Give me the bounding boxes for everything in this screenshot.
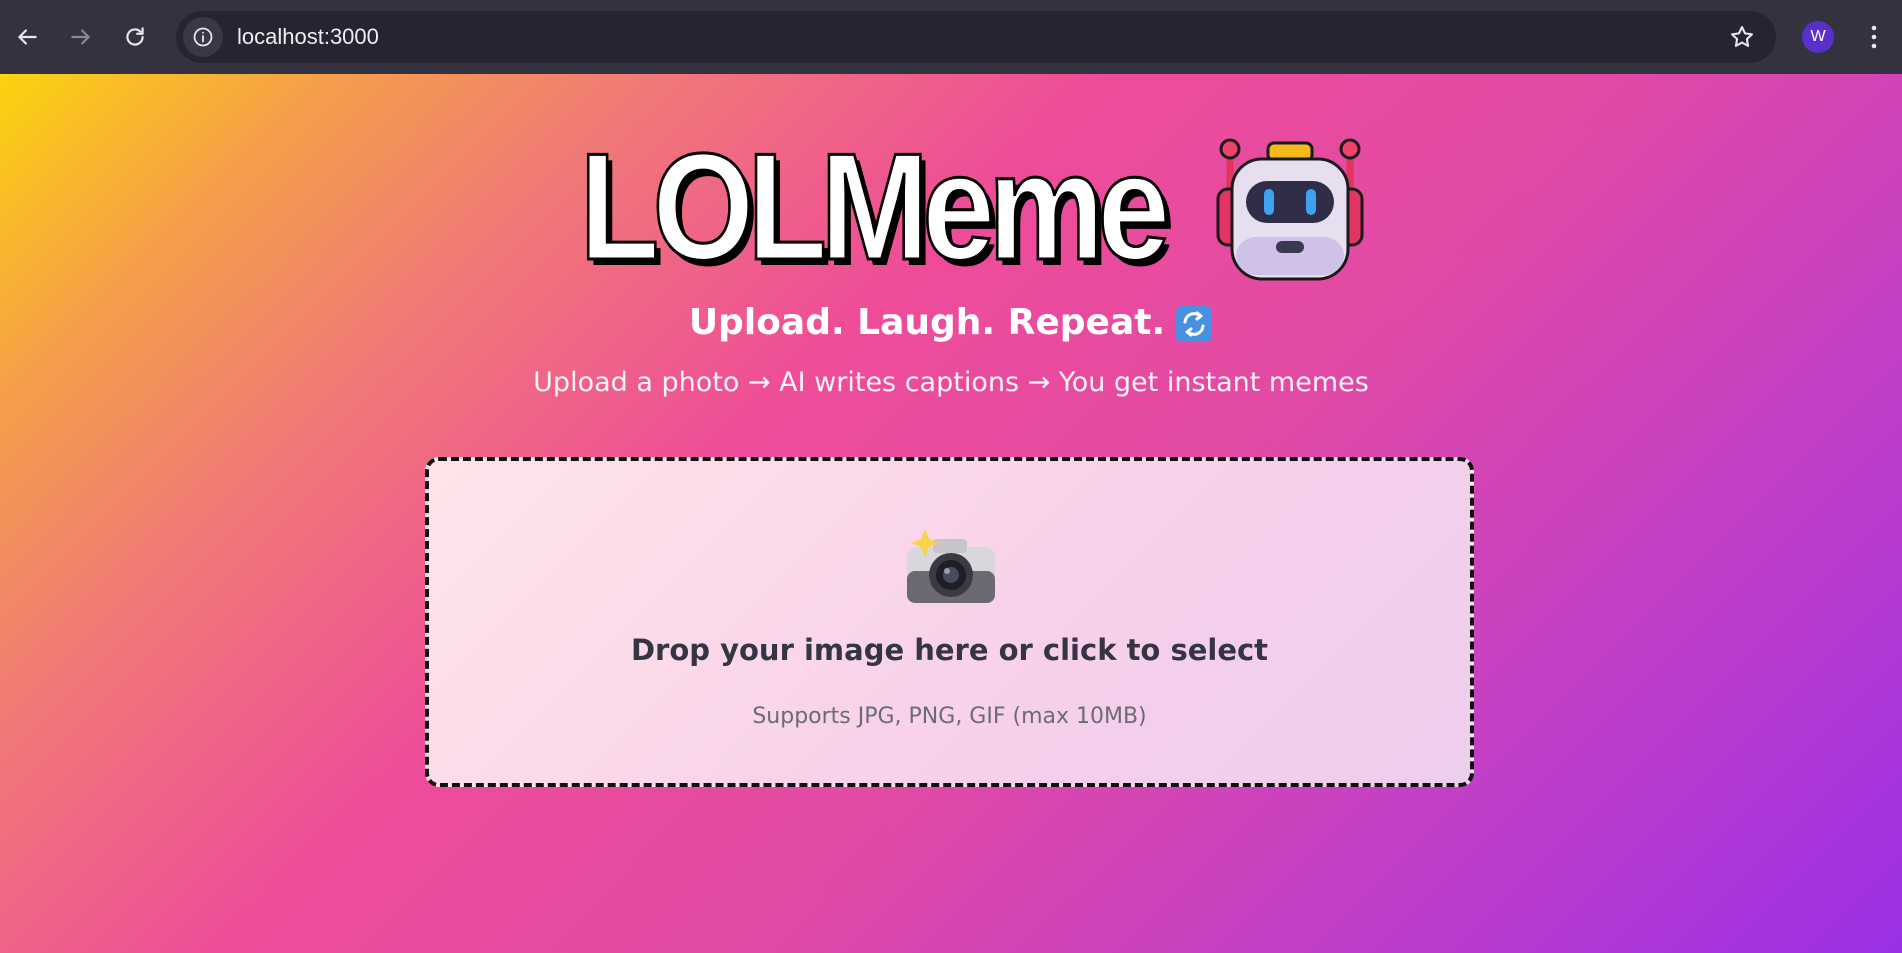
page-title: LOLMeme: [578, 122, 1171, 292]
back-button[interactable]: [0, 0, 54, 74]
reload-icon: [126, 27, 144, 46]
dropzone-hint: Supports JPG, PNG, GIF (max 10MB): [752, 704, 1147, 729]
url-text[interactable]: localhost:3000: [237, 24, 379, 50]
hero-title-row: LOLMeme: [0, 122, 1902, 292]
forward-button[interactable]: [54, 0, 108, 74]
subtitle: Upload a photo → AI writes captions → Yo…: [533, 367, 1369, 398]
star-icon[interactable]: [1728, 23, 1756, 51]
tagline: Upload. Laugh. Repeat.: [0, 302, 1902, 343]
browser-toolbar: localhost:3000 W: [0, 0, 1902, 74]
repeat-arrows-icon: [1176, 306, 1213, 342]
robot-icon: [1216, 138, 1364, 281]
back-arrow-icon: [18, 29, 37, 45]
dropzone-title: Drop your image here or click to select: [630, 633, 1269, 667]
camera-flash-icon: [907, 529, 995, 603]
tagline-text: Upload. Laugh. Repeat.: [688, 302, 1166, 343]
page-background: LOLMeme Upload. Laugh. Repeat. Upload a …: [0, 74, 1902, 953]
profile-avatar[interactable]: W: [1802, 21, 1834, 53]
info-icon: [193, 27, 213, 47]
address-bar[interactable]: localhost:3000: [176, 11, 1776, 63]
site-info-button[interactable]: [183, 17, 223, 57]
kebab-menu-icon[interactable]: [1862, 21, 1886, 53]
image-dropzone[interactable]: Drop your image here or click to select …: [425, 457, 1474, 787]
forward-arrow-icon: [71, 29, 90, 45]
reload-button[interactable]: [108, 0, 162, 74]
